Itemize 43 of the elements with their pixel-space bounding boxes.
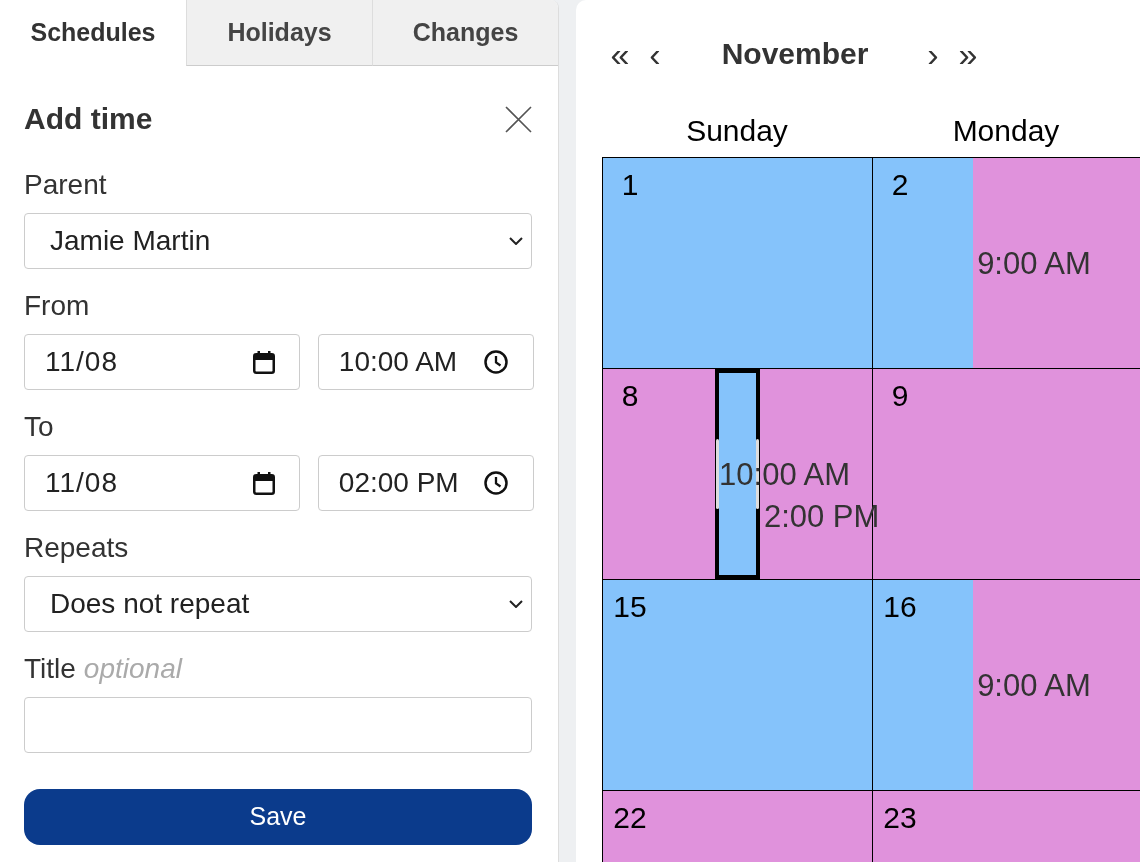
time-label: 9:00 AM bbox=[977, 669, 1091, 701]
panel-title: Add time bbox=[24, 104, 153, 134]
next-button[interactable]: › bbox=[918, 29, 948, 79]
optional-hint: optional bbox=[83, 655, 182, 683]
first-page-button[interactable]: « bbox=[604, 29, 636, 79]
tab[interactable]: Changes bbox=[372, 0, 558, 66]
day-number: 8 bbox=[620, 381, 640, 411]
month-title: November bbox=[720, 39, 870, 69]
weekday-label: Monday bbox=[952, 116, 1060, 146]
clock-icon bbox=[484, 350, 508, 374]
day-number: 23 bbox=[883, 803, 917, 833]
day-number: 15 bbox=[613, 592, 647, 622]
save-button[interactable]: Save bbox=[24, 789, 532, 845]
field-label: Title bbox=[24, 655, 76, 683]
dropdown[interactable]: Does not repeat bbox=[24, 576, 532, 632]
chevron-down-icon bbox=[509, 600, 523, 608]
day-number: 9 bbox=[890, 381, 910, 411]
calendar-icon bbox=[252, 350, 275, 374]
time-field[interactable]: 10:00 AM bbox=[317, 334, 534, 390]
close-icon bbox=[505, 105, 532, 133]
previous-button[interactable]: ‹ bbox=[640, 29, 670, 79]
day-number: 2 bbox=[890, 170, 910, 200]
clock-icon bbox=[484, 471, 508, 495]
field-label: To bbox=[24, 413, 54, 441]
day-number: 1 bbox=[620, 170, 640, 200]
field-label: Parent bbox=[24, 171, 107, 199]
field-label: Repeats bbox=[24, 534, 129, 562]
last-page-button[interactable]: » bbox=[952, 29, 984, 79]
text-input[interactable] bbox=[24, 697, 532, 753]
tab[interactable]: Holidays bbox=[186, 0, 372, 66]
date-field[interactable]: 11/08 bbox=[24, 455, 300, 511]
time-label: 9:00 AM bbox=[977, 247, 1091, 279]
field-label: From bbox=[24, 292, 90, 320]
day-number: 22 bbox=[613, 803, 647, 833]
time-field[interactable]: 02:00 PM bbox=[317, 455, 534, 511]
close-button[interactable] bbox=[505, 105, 532, 133]
resize-handle-icon[interactable] bbox=[716, 439, 720, 509]
weekday-label: Sunday bbox=[686, 116, 788, 146]
day-number: 16 bbox=[883, 592, 917, 622]
chevron-down-icon bbox=[509, 237, 523, 245]
dropdown[interactable]: Jamie Martin bbox=[24, 213, 532, 269]
calendar-icon bbox=[252, 471, 275, 495]
date-field[interactable]: 11/08 bbox=[24, 334, 300, 390]
